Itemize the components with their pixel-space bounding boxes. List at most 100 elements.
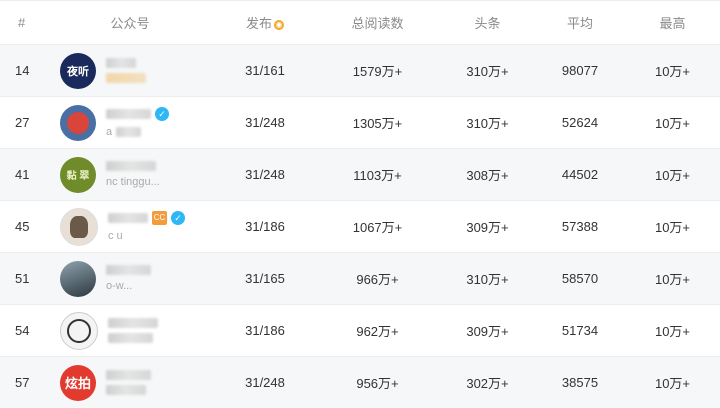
total-reads-cell: 1305万+ <box>352 116 403 131</box>
ranking-table: # 公众号 发布 ◉ 总阅读数 头条 平均 最高 14 夜听 31/161 157… <box>0 0 720 408</box>
max-cell: 10万+ <box>654 168 691 183</box>
verified-icon: ✓ <box>171 211 185 225</box>
rank-cell: 14 <box>15 63 30 78</box>
rank-cell: 45 <box>15 219 30 234</box>
total-reads-cell: 956万+ <box>356 376 399 391</box>
blurred-subtitle <box>106 73 146 83</box>
table-header: # 公众号 发布 ◉ 总阅读数 头条 平均 最高 <box>0 0 720 44</box>
account-subtitle: a <box>106 126 113 138</box>
header-total-reads[interactable]: 总阅读数 <box>315 13 440 32</box>
header-max[interactable]: 最高 <box>625 13 720 32</box>
blurred-name <box>106 370 151 380</box>
blurred-name <box>106 265 151 275</box>
account-cell[interactable]: 炫拍 <box>45 364 215 401</box>
headline-cell: 308万+ <box>466 168 509 183</box>
rank-cell: 41 <box>15 167 30 182</box>
avatar[interactable] <box>60 311 98 350</box>
publish-cell: 31/165 <box>245 271 285 286</box>
account-subtitle: c u <box>108 230 123 242</box>
header-rank: # <box>18 15 26 30</box>
account-name-blurred: o-w... <box>106 265 151 292</box>
rank-cell: 51 <box>15 271 30 286</box>
avatar-text: 黏 翠 <box>66 171 90 182</box>
total-reads-cell: 962万+ <box>356 324 399 339</box>
headline-cell: 310万+ <box>466 272 509 287</box>
subtitle-line: a <box>106 126 169 138</box>
blurred-name <box>106 58 136 68</box>
account-cell[interactable]: ✓ a <box>45 104 215 141</box>
publish-cell: 31/248 <box>245 115 285 130</box>
avatar-text: 炫拍 <box>64 376 91 391</box>
headline-cell: 309万+ <box>466 324 509 339</box>
total-reads-cell: 966万+ <box>356 272 399 287</box>
max-cell: 10万+ <box>654 64 691 79</box>
publish-cell: 31/186 <box>245 323 285 338</box>
account-cell[interactable] <box>45 311 215 350</box>
blurred-subtitle <box>116 127 142 137</box>
account-name-blurred: nc tinggu... <box>106 161 160 188</box>
table-row[interactable]: 45 CC ✓ c u 31/186 1067万+ 309万+ 57388 10… <box>0 200 720 252</box>
table-row[interactable]: 14 夜听 31/161 1579万+ 310万+ 98077 10万+ <box>0 44 720 96</box>
table-row[interactable]: 54 31/186 962万+ 309万+ 51734 10万+ <box>0 304 720 356</box>
name-line: ✓ <box>106 107 169 121</box>
table-row[interactable]: 51 o-w... 31/165 966万+ 310万+ 58570 10万+ <box>0 252 720 304</box>
account-cell[interactable]: o-w... <box>45 260 215 297</box>
max-cell: 10万+ <box>654 272 691 287</box>
publish-cell: 31/248 <box>245 375 285 390</box>
blurred-name <box>106 161 156 171</box>
max-cell: 10万+ <box>654 116 691 131</box>
account-subtitle: o-w... <box>106 280 133 292</box>
avatar-face <box>70 215 88 238</box>
headline-cell: 302万+ <box>466 376 509 391</box>
avatar[interactable]: 炫拍 <box>60 364 96 401</box>
header-publish-label: 发布 <box>245 16 272 31</box>
total-reads-cell: 1067万+ <box>352 220 403 235</box>
publish-cell: 31/248 <box>245 167 285 182</box>
account-name-blurred <box>106 58 146 83</box>
blurred-name <box>106 109 151 119</box>
table-row[interactable]: 57 炫拍 31/248 956万+ 302万+ 38575 10万+ <box>0 356 720 408</box>
avatar[interactable] <box>60 260 96 297</box>
account-name-blurred <box>108 318 158 343</box>
max-cell: 10万+ <box>654 324 691 339</box>
account-cell[interactable]: CC ✓ c u <box>45 207 215 246</box>
account-cell[interactable]: 夜听 <box>45 52 215 89</box>
avatar-face <box>67 318 91 343</box>
account-name-blurred: ✓ a <box>106 107 169 138</box>
average-cell: 57388 <box>561 219 599 234</box>
average-cell: 58570 <box>561 271 599 286</box>
average-cell: 38575 <box>561 375 599 390</box>
table-row[interactable]: 27 ✓ a 31/248 1305万+ 310万+ 52624 10万+ <box>0 96 720 148</box>
rank-cell: 57 <box>15 375 30 390</box>
account-name-blurred <box>106 370 151 395</box>
verified-icon: ✓ <box>155 107 169 121</box>
header-average[interactable]: 平均 <box>535 13 625 32</box>
blurred-name <box>108 213 148 223</box>
header-publish[interactable]: 发布 ◉ <box>215 13 315 32</box>
max-cell: 10万+ <box>654 376 691 391</box>
publish-cell: 31/186 <box>245 219 285 234</box>
avatar-face <box>67 111 89 134</box>
header-headline[interactable]: 头条 <box>440 13 535 32</box>
max-cell: 10万+ <box>654 220 691 235</box>
avatar[interactable] <box>60 104 96 141</box>
account-subtitle: nc tinggu... <box>106 176 160 188</box>
info-icon[interactable]: ◉ <box>274 19 284 30</box>
headline-cell: 310万+ <box>466 116 509 131</box>
table-row[interactable]: 41 黏 翠 nc tinggu... 31/248 1103万+ 308万+ … <box>0 148 720 200</box>
account-cell[interactable]: 黏 翠 nc tinggu... <box>45 156 215 193</box>
average-cell: 51734 <box>561 323 599 338</box>
avatar[interactable]: 夜听 <box>60 52 96 89</box>
publish-cell: 31/161 <box>245 63 285 78</box>
header-account[interactable]: 公众号 <box>45 13 215 32</box>
total-reads-cell: 1579万+ <box>352 64 403 79</box>
headline-cell: 310万+ <box>466 64 509 79</box>
rank-cell: 54 <box>15 323 30 338</box>
average-cell: 52624 <box>561 115 599 130</box>
avatar[interactable]: 黏 翠 <box>60 156 96 193</box>
avatar[interactable] <box>60 207 98 246</box>
account-name-blurred: CC ✓ c u <box>108 211 185 242</box>
avatar-text: 夜听 <box>67 65 89 78</box>
headline-cell: 309万+ <box>466 220 509 235</box>
cc-badge: CC <box>152 211 167 225</box>
